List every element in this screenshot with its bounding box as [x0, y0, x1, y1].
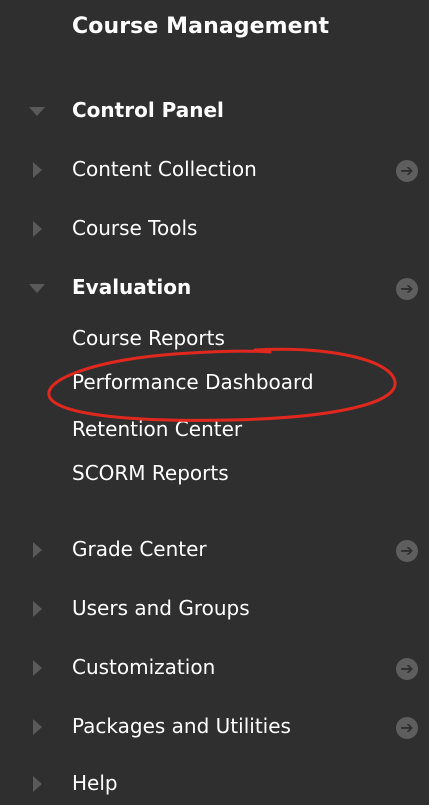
menu-item-control-panel[interactable]: Control Panel: [0, 92, 429, 132]
menu-label-evaluation: Evaluation: [72, 275, 192, 299]
caret-right-icon[interactable]: [33, 660, 42, 676]
menu-item-grade-center[interactable]: Grade Center ➔: [0, 531, 429, 571]
caret-right-icon[interactable]: [33, 221, 42, 237]
menu-label-grade-center: Grade Center: [72, 537, 207, 561]
menu-label-customization: Customization: [72, 655, 216, 679]
menu-item-course-tools[interactable]: Course Tools: [0, 210, 429, 250]
caret-right-icon[interactable]: [33, 601, 42, 617]
submenu-item-course-reports[interactable]: Course Reports: [72, 326, 225, 350]
menu-item-packages-and-utilities[interactable]: Packages and Utilities ➔: [0, 708, 429, 748]
menu-label-help: Help: [72, 771, 118, 795]
caret-right-icon[interactable]: [33, 719, 42, 735]
menu-label-content-collection: Content Collection: [72, 157, 257, 181]
caret-down-icon[interactable]: [29, 284, 45, 293]
menu-label-course-tools: Course Tools: [72, 216, 198, 240]
circle-arrow-right-icon[interactable]: ➔: [396, 658, 418, 680]
course-management-title: Course Management: [72, 14, 330, 39]
menu-item-customization[interactable]: Customization ➔: [0, 649, 429, 689]
caret-right-icon[interactable]: [33, 542, 42, 558]
caret-right-icon[interactable]: [33, 776, 42, 792]
circle-arrow-right-icon[interactable]: ➔: [396, 160, 418, 182]
menu-item-help[interactable]: Help: [0, 765, 429, 805]
menu-item-evaluation[interactable]: Evaluation ➔: [0, 269, 429, 309]
circle-arrow-right-icon[interactable]: ➔: [396, 717, 418, 739]
circle-arrow-right-icon[interactable]: ➔: [396, 540, 418, 562]
menu-label-control-panel: Control Panel: [72, 98, 224, 122]
menu-item-content-collection[interactable]: Content Collection ➔: [0, 151, 429, 191]
caret-down-icon[interactable]: [29, 107, 45, 116]
submenu-item-retention-center[interactable]: Retention Center: [72, 417, 242, 441]
menu-item-users-and-groups[interactable]: Users and Groups: [0, 590, 429, 630]
submenu-item-scorm-reports[interactable]: SCORM Reports: [72, 461, 229, 485]
menu-label-users-and-groups: Users and Groups: [72, 596, 250, 620]
submenu-item-performance-dashboard[interactable]: Performance Dashboard: [72, 370, 314, 394]
circle-arrow-right-icon[interactable]: ➔: [396, 278, 418, 300]
caret-right-icon[interactable]: [33, 162, 42, 178]
menu-label-packages-and-utilities: Packages and Utilities: [72, 714, 291, 738]
